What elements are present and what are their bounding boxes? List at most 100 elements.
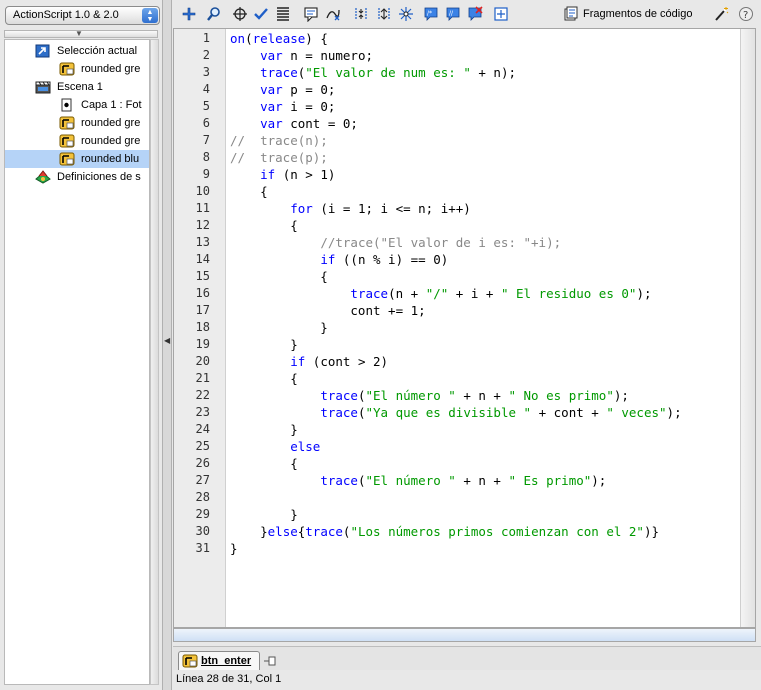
code-token: // trace(n); [230,133,328,148]
frame-icon [59,98,75,112]
code-line[interactable]: // trace(n); [230,132,328,149]
code-line[interactable]: if ((n % i) == 0) [230,251,448,268]
code-line[interactable]: } [230,421,298,438]
tree-item[interactable]: Capa 1 : Fot [5,96,149,114]
show-hide-toolbox-icon[interactable] [493,6,509,22]
code-line[interactable]: // trace(p); [230,149,328,166]
auto-format-icon[interactable] [275,6,291,22]
code-line[interactable]: var n = numero; [230,47,373,64]
tree-item[interactable]: rounded gre [5,60,149,78]
code-line[interactable]: { [230,183,268,200]
code-line[interactable]: cont += 1; [230,302,425,319]
code-line[interactable]: //trace("El valor de i es: "+i); [230,234,561,251]
code-token: var [260,116,283,131]
line-number: 1 [202,31,210,45]
tree-collapse-handle[interactable]: ▼ [4,29,158,38]
actions-toolbar: /* // Fragmentos de código ? [173,0,761,28]
code-token: trace [320,473,358,488]
script-tab[interactable]: btn_enter [178,651,260,670]
tree-scrollbar[interactable] [150,39,159,685]
code-token: ); [636,286,652,301]
code-line[interactable]: if (n > 1) [230,166,335,183]
remove-comment-icon[interactable] [467,6,483,22]
code-line[interactable]: for (i = 1; i <= n; i++) [230,200,471,217]
code-token: i = 0; [282,99,336,114]
code-line[interactable]: { [230,370,298,387]
code-token: trace [260,65,298,80]
code-token: (n > 1) [275,167,336,182]
collapse-selection-icon[interactable] [376,6,392,22]
code-token: ) { [305,31,328,46]
tree-item[interactable]: Escena 1 [5,78,149,96]
line-number: 29 [195,507,210,521]
code-token: "/" [425,286,449,301]
add-statement-icon[interactable] [181,6,197,22]
code-line[interactable]: var cont = 0; [230,115,358,132]
button-symbol-icon [59,62,75,76]
code-hint-icon[interactable] [303,6,319,23]
code-line[interactable]: }else{trace("Los números primos comienza… [230,523,659,540]
line-number: 8 [202,150,210,164]
code-token: " No es primo" [508,388,614,403]
script-editor[interactable]: 1 2 3 4 5 6 7 8 9 10 11 12 13 14 15 16 17 18 19 20 21 22 23 24 2… [173,28,756,628]
debug-options-icon[interactable] [325,6,341,22]
code-line[interactable]: trace("El número " + n + " Es primo"); [230,472,606,489]
tree-item[interactable]: rounded blu [5,150,149,168]
snippets-icon [564,6,578,21]
code-line[interactable]: } [230,506,298,523]
code-line[interactable]: trace("Ya que es divisible " + cont + " … [230,404,681,421]
tree-item[interactable]: rounded gre [5,132,149,150]
code-line[interactable]: var p = 0; [230,81,335,98]
code-line[interactable]: { [230,455,298,472]
svg-text:?: ? [743,10,748,21]
line-number: 11 [195,201,210,215]
panel-splitter[interactable]: ◀ [162,0,172,690]
code-line[interactable]: } [230,336,298,353]
tree-item-label: rounded gre [81,117,141,129]
code-token: { [230,371,298,386]
language-select[interactable]: ActionScript 1.0 & 2.0 ▲ ▼ [5,6,160,25]
code-line[interactable]: on(release) { [230,30,328,47]
check-syntax-icon[interactable] [253,6,269,22]
apply-line-comment-icon[interactable]: // [445,6,461,22]
script-tab-label: btn_enter [201,655,252,667]
line-number: 25 [195,439,210,453]
code-token: + i + [448,286,501,301]
code-token: + n); [470,65,517,80]
code-line[interactable]: trace("El número " + n + " No es primo")… [230,387,629,404]
apply-block-comment-icon[interactable]: /* [423,6,439,22]
tree-item[interactable]: rounded gre [5,114,149,132]
tree-item[interactable]: Selección actual [5,42,149,60]
code-line[interactable]: } [230,319,328,336]
tree-item[interactable]: Definiciones de s [5,168,149,186]
line-number: 2 [202,48,210,62]
code-token: } [230,541,238,556]
wand-icon[interactable] [713,6,729,22]
button-symbol-icon [59,152,75,166]
code-line[interactable]: } [230,540,238,557]
editor-horizontal-scrollbar[interactable] [173,628,756,642]
code-line[interactable]: var i = 0; [230,98,335,115]
code-area[interactable]: on(release) { var n = numero; trace("El … [226,29,741,627]
line-number: 26 [195,456,210,470]
find-icon[interactable] [206,6,222,22]
code-line[interactable]: trace(n + "/" + i + " El residuo es 0"); [230,285,652,302]
code-line[interactable]: { [230,217,298,234]
pin-icon[interactable] [263,655,277,667]
expand-all-icon[interactable] [398,6,414,22]
code-line[interactable]: trace("El valor de num es: " + n); [230,64,516,81]
help-icon[interactable]: ? [738,6,754,22]
collapse-between-braces-icon[interactable] [353,6,369,22]
code-token: } [230,422,298,437]
code-line[interactable]: else [230,438,320,455]
triangle-down-icon: ▼ [75,29,83,38]
target-path-icon[interactable] [232,6,248,22]
code-line[interactable]: if (cont > 2) [230,353,388,370]
code-line[interactable]: { [230,268,328,285]
updown-arrows-icon: ▲ ▼ [142,8,158,23]
editor-vertical-scrollbar[interactable] [740,29,755,627]
